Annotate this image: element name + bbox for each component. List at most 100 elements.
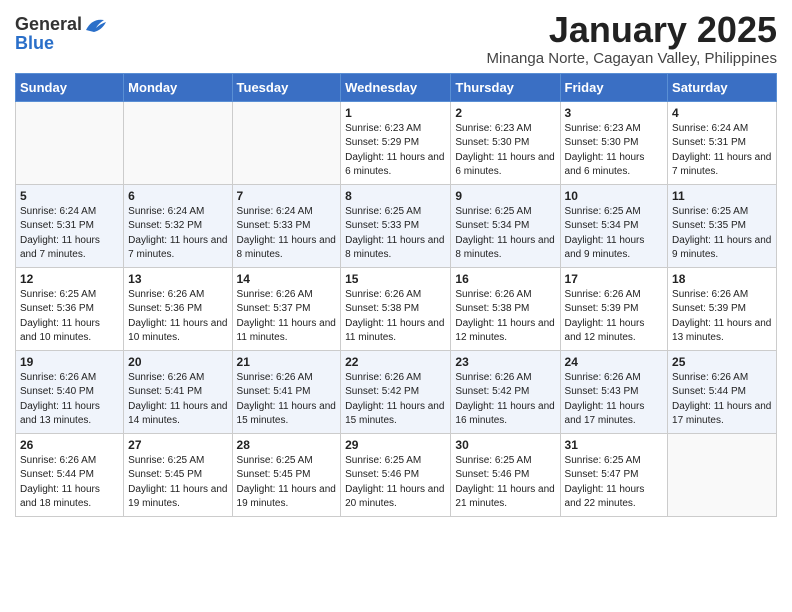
header-saturday: Saturday	[668, 73, 777, 101]
day-cell: 27Sunrise: 6:25 AM Sunset: 5:45 PM Dayli…	[124, 433, 232, 516]
day-number: 30	[455, 438, 555, 452]
day-info: Sunrise: 6:24 AM Sunset: 5:31 PM Dayligh…	[20, 205, 119, 263]
day-cell: 15 Sunrise: 6:26 AM Sunset: 5:38 PM Dayli…	[341, 267, 451, 350]
day-cell: 2 Sunrise: 6:23 AM Sunset: 5:30 PM Daylig…	[451, 101, 560, 184]
day-cell	[232, 101, 341, 184]
week-row-3: 19 Sunrise: 6:26 AM Sunset: 5:40 PM Dayli…	[16, 350, 777, 433]
day-info: Sunrise: 6:25 AM Sunset: 5:36 PM Dayligh…	[20, 288, 119, 346]
day-info: Sunrise: 6:26 AM Sunset: 5:43 PM Dayligh…	[565, 371, 664, 429]
day-cell: 19 Sunrise: 6:26 AM Sunset: 5:40 PM Dayli…	[16, 350, 124, 433]
day-cell: 29 Sunrise: 6:25 AM Sunset: 5:46 PM Dayli…	[341, 433, 451, 516]
day-info: Sunrise: 6:26 AM Sunset: 5:42 PM Dayligh…	[345, 371, 446, 429]
day-number: 1	[345, 106, 446, 120]
day-number: 11	[672, 189, 772, 203]
day-info: Sunrise: 6:26 AM Sunset: 5:38 PM Dayligh…	[455, 288, 555, 346]
day-info: Sunrise: 6:25 AM Sunset: 5:46 PM Dayligh…	[455, 454, 555, 512]
day-number: 14	[237, 272, 337, 286]
day-info: Sunrise: 6:25 AM Sunset: 5:34 PM Dayligh…	[565, 205, 664, 263]
day-info: Sunrise: 6:26 AM Sunset: 5:41 PM Dayligh…	[237, 371, 337, 429]
day-info: Sunrise: 6:26 AM Sunset: 5:40 PM Dayligh…	[20, 371, 119, 429]
day-cell: 25Sunrise: 6:26 AM Sunset: 5:44 PM Dayli…	[668, 350, 777, 433]
logo-blue-text: Blue	[15, 33, 54, 54]
day-number: 29	[345, 438, 446, 452]
day-cell: 13Sunrise: 6:26 AM Sunset: 5:36 PM Dayli…	[124, 267, 232, 350]
day-cell: 4 Sunrise: 6:24 AM Sunset: 5:31 PM Daylig…	[668, 101, 777, 184]
day-number: 3	[565, 106, 664, 120]
day-number: 4	[672, 106, 772, 120]
logo: General Blue	[15, 14, 106, 54]
day-info: Sunrise: 6:26 AM Sunset: 5:44 PM Dayligh…	[20, 454, 119, 512]
day-info: Sunrise: 6:26 AM Sunset: 5:38 PM Dayligh…	[345, 288, 446, 346]
day-number: 17	[565, 272, 664, 286]
day-info: Sunrise: 6:26 AM Sunset: 5:39 PM Dayligh…	[565, 288, 664, 346]
day-cell: 6Sunrise: 6:24 AM Sunset: 5:32 PM Daylig…	[124, 184, 232, 267]
day-cell: 14 Sunrise: 6:26 AM Sunset: 5:37 PM Dayli…	[232, 267, 341, 350]
day-info: Sunrise: 6:25 AM Sunset: 5:35 PM Dayligh…	[672, 205, 772, 263]
day-info: Sunrise: 6:24 AM Sunset: 5:31 PM Dayligh…	[672, 122, 772, 180]
day-info: Sunrise: 6:25 AM Sunset: 5:45 PM Dayligh…	[237, 454, 337, 512]
day-cell: 26 Sunrise: 6:26 AM Sunset: 5:44 PM Dayli…	[16, 433, 124, 516]
header-monday: Monday	[124, 73, 232, 101]
day-cell: 17 Sunrise: 6:26 AM Sunset: 5:39 PM Dayli…	[560, 267, 668, 350]
day-number: 28	[237, 438, 337, 452]
header: General Blue January 2025 Minanga Norte,…	[15, 10, 777, 67]
day-info: Sunrise: 6:23 AM Sunset: 5:30 PM Dayligh…	[455, 122, 555, 180]
day-number: 27	[128, 438, 227, 452]
day-info: Sunrise: 6:26 AM Sunset: 5:44 PM Dayligh…	[672, 371, 772, 429]
day-number: 5	[20, 189, 119, 203]
day-number: 15	[345, 272, 446, 286]
logo-bird-icon	[84, 16, 106, 34]
day-number: 2	[455, 106, 555, 120]
day-cell: 9Sunrise: 6:25 AM Sunset: 5:34 PM Daylig…	[451, 184, 560, 267]
day-info: Sunrise: 6:26 AM Sunset: 5:39 PM Dayligh…	[672, 288, 772, 346]
day-number: 19	[20, 355, 119, 369]
day-cell: 7 Sunrise: 6:24 AM Sunset: 5:33 PM Daylig…	[232, 184, 341, 267]
header-tuesday: Tuesday	[232, 73, 341, 101]
day-cell: 3 Sunrise: 6:23 AM Sunset: 5:30 PM Daylig…	[560, 101, 668, 184]
day-info: Sunrise: 6:25 AM Sunset: 5:33 PM Dayligh…	[345, 205, 446, 263]
day-number: 16	[455, 272, 555, 286]
day-cell: 31Sunrise: 6:25 AM Sunset: 5:47 PM Dayli…	[560, 433, 668, 516]
day-cell: 8 Sunrise: 6:25 AM Sunset: 5:33 PM Daylig…	[341, 184, 451, 267]
day-cell: 1 Sunrise: 6:23 AM Sunset: 5:29 PM Daylig…	[341, 101, 451, 184]
day-info: Sunrise: 6:26 AM Sunset: 5:41 PM Dayligh…	[128, 371, 227, 429]
day-info: Sunrise: 6:26 AM Sunset: 5:37 PM Dayligh…	[237, 288, 337, 346]
day-number: 7	[237, 189, 337, 203]
day-number: 31	[565, 438, 664, 452]
header-friday: Friday	[560, 73, 668, 101]
week-row-0: 1 Sunrise: 6:23 AM Sunset: 5:29 PM Daylig…	[16, 101, 777, 184]
week-row-4: 26 Sunrise: 6:26 AM Sunset: 5:44 PM Dayli…	[16, 433, 777, 516]
day-info: Sunrise: 6:24 AM Sunset: 5:33 PM Dayligh…	[237, 205, 337, 263]
day-cell: 18Sunrise: 6:26 AM Sunset: 5:39 PM Dayli…	[668, 267, 777, 350]
week-row-2: 12 Sunrise: 6:25 AM Sunset: 5:36 PM Dayli…	[16, 267, 777, 350]
header-wednesday: Wednesday	[341, 73, 451, 101]
day-number: 12	[20, 272, 119, 286]
day-cell	[124, 101, 232, 184]
day-cell: 5 Sunrise: 6:24 AM Sunset: 5:31 PM Daylig…	[16, 184, 124, 267]
logo-general-text: General	[15, 14, 82, 35]
day-info: Sunrise: 6:25 AM Sunset: 5:46 PM Dayligh…	[345, 454, 446, 512]
day-cell: 30 Sunrise: 6:25 AM Sunset: 5:46 PM Dayli…	[451, 433, 560, 516]
day-cell: 28 Sunrise: 6:25 AM Sunset: 5:45 PM Dayli…	[232, 433, 341, 516]
day-info: Sunrise: 6:23 AM Sunset: 5:29 PM Dayligh…	[345, 122, 446, 180]
day-number: 23	[455, 355, 555, 369]
day-number: 24	[565, 355, 664, 369]
day-info: Sunrise: 6:23 AM Sunset: 5:30 PM Dayligh…	[565, 122, 664, 180]
header-sunday: Sunday	[16, 73, 124, 101]
month-title: January 2025	[487, 10, 777, 50]
day-number: 20	[128, 355, 227, 369]
day-cell	[16, 101, 124, 184]
day-cell: 12 Sunrise: 6:25 AM Sunset: 5:36 PM Dayli…	[16, 267, 124, 350]
calendar-table: SundayMondayTuesdayWednesdayThursdayFrid…	[15, 73, 777, 517]
day-cell: 20 Sunrise: 6:26 AM Sunset: 5:41 PM Dayli…	[124, 350, 232, 433]
day-cell	[668, 433, 777, 516]
day-number: 21	[237, 355, 337, 369]
day-number: 26	[20, 438, 119, 452]
day-cell: 21 Sunrise: 6:26 AM Sunset: 5:41 PM Dayli…	[232, 350, 341, 433]
day-info: Sunrise: 6:26 AM Sunset: 5:42 PM Dayligh…	[455, 371, 555, 429]
day-cell: 24 Sunrise: 6:26 AM Sunset: 5:43 PM Dayli…	[560, 350, 668, 433]
day-number: 10	[565, 189, 664, 203]
day-number: 13	[128, 272, 227, 286]
day-cell: 23 Sunrise: 6:26 AM Sunset: 5:42 PM Dayli…	[451, 350, 560, 433]
day-number: 8	[345, 189, 446, 203]
